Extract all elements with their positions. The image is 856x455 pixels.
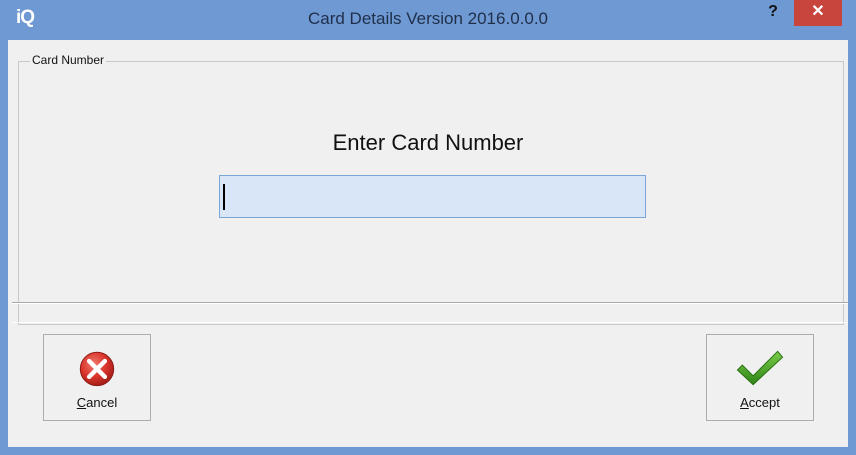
help-button[interactable]: ? [760, 2, 786, 24]
close-icon: ✕ [811, 3, 825, 20]
close-button[interactable]: ✕ [794, 0, 842, 26]
cancel-x-icon [79, 351, 115, 387]
divider-highlight [12, 303, 848, 304]
window-title: Card Details Version 2016.0.0.0 [307, 9, 549, 28]
card-number-input[interactable] [219, 175, 646, 218]
groupbox-label: Card Number [30, 53, 107, 67]
accept-button[interactable]: Accept [706, 334, 814, 421]
divider-lower [12, 322, 848, 323]
card-details-window: iQ Card Details Version 2016.0.0.0 ? ✕ C… [0, 0, 856, 455]
cancel-button[interactable]: Cancel [43, 334, 151, 421]
cancel-button-label: Cancel [76, 395, 118, 410]
check-mark-icon [736, 350, 784, 386]
dialog-body: Card Number Enter Card Number Cancel Acc… [8, 40, 848, 447]
title-bar[interactable]: iQ Card Details Version 2016.0.0.0 ? ✕ [0, 0, 856, 40]
enter-card-number-prompt: Enter Card Number [332, 130, 524, 155]
text-caret [223, 184, 225, 210]
accept-button-label: Accept [740, 395, 780, 410]
